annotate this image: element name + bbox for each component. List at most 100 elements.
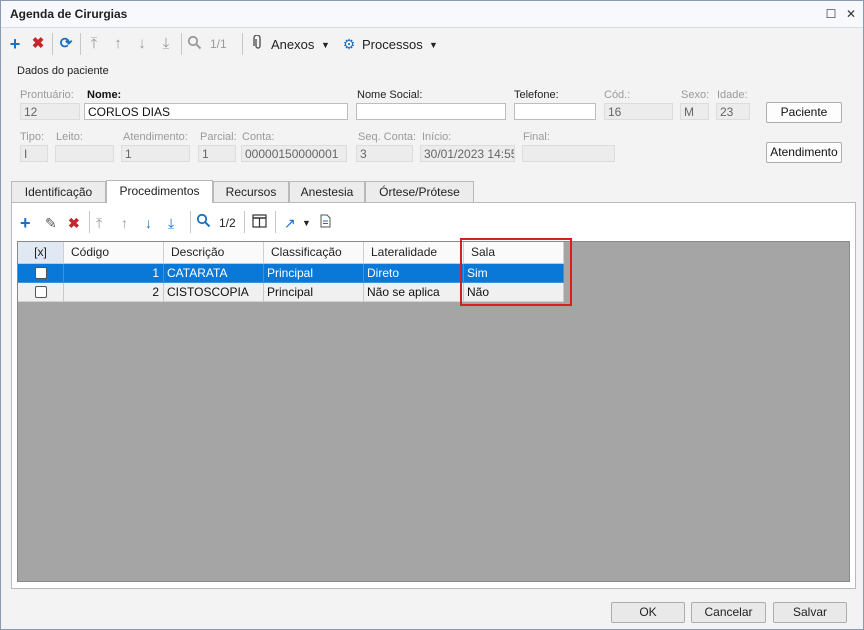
toolbar-separator <box>275 211 276 233</box>
toolbar-separator <box>242 33 243 55</box>
idade-field[interactable]: 23 <box>716 103 750 120</box>
conta-label: Conta: <box>242 131 275 143</box>
cell-lateralidade[interactable]: Não se aplica <box>364 283 464 302</box>
sexo-label: Sexo: <box>681 89 710 101</box>
inicio-field[interactable]: 30/01/2023 14:55 <box>420 145 515 162</box>
patient-section-title: Dados do paciente <box>17 65 109 77</box>
nome-social-field[interactable] <box>356 103 506 120</box>
ok-button[interactable]: OK <box>611 602 685 623</box>
sexo-field[interactable]: M <box>680 103 709 120</box>
cod-field[interactable]: 16 <box>604 103 673 120</box>
atendimento-button[interactable]: Atendimento <box>766 142 842 163</box>
next-icon[interactable]: ↓ <box>145 213 152 233</box>
edit-icon[interactable]: ✎ <box>45 213 57 233</box>
first-icon[interactable]: ⤒ <box>87 35 101 53</box>
row-checkbox[interactable] <box>18 283 64 302</box>
chevron-down-icon[interactable]: ▼ <box>302 213 311 233</box>
highlight-box <box>460 238 572 306</box>
cell-descricao[interactable]: CISTOSCOPIA <box>164 283 264 302</box>
toolbar-separator <box>80 33 81 55</box>
export-icon[interactable]: ↗ <box>284 213 296 233</box>
restore-button[interactable]: ☐ <box>823 6 839 22</box>
prontuario-label: Prontuário: <box>20 89 74 101</box>
processes-menu[interactable]: Processos <box>362 37 423 52</box>
tipo-field[interactable]: I <box>20 145 48 162</box>
nome-field[interactable]: CORLOS DIAS <box>84 103 348 120</box>
cell-lateralidade[interactable]: Direto <box>364 264 464 283</box>
search-icon[interactable] <box>186 35 202 53</box>
idade-label: Idade: <box>717 89 748 101</box>
toolbar-separator <box>52 33 53 55</box>
title-bar: Agenda de Cirurgias ☐ ✕ <box>1 1 863 28</box>
conta-field[interactable]: 00000150000001 <box>241 145 347 162</box>
parcial-field[interactable]: 1 <box>198 145 236 162</box>
column-header-descricao[interactable]: Descrição <box>164 242 264 264</box>
telefone-label: Telefone: <box>514 89 559 101</box>
column-header-codigo[interactable]: Código <box>64 242 164 264</box>
tab-procedimentos[interactable]: Procedimentos <box>106 180 213 203</box>
gear-icon[interactable]: ⚙ <box>342 35 356 53</box>
seq-conta-label: Seq. Conta: <box>358 131 417 143</box>
main-toolbar: + ✖ ⟳ ⤒ ↑ ↓ ⤓ 1/1 Anexos ▼ ⚙ Processos ▼ <box>1 29 863 59</box>
cod-label: Cód.: <box>604 89 631 101</box>
refresh-icon[interactable]: ⟳ <box>57 35 75 53</box>
add-icon[interactable]: + <box>7 35 23 53</box>
final-label: Final: <box>523 131 550 143</box>
add-procedure-icon[interactable]: + <box>20 213 31 233</box>
search-icon[interactable] <box>196 213 211 233</box>
column-header-classificacao[interactable]: Classificação <box>264 242 364 264</box>
prev-icon[interactable]: ↑ <box>111 35 125 53</box>
tab-identificacao[interactable]: Identificação <box>11 181 106 203</box>
atendimento-label: Atendimento: <box>123 131 188 143</box>
record-counter: 1/1 <box>210 37 227 51</box>
last-icon[interactable]: ⤓ <box>168 213 174 233</box>
cell-classificacao[interactable]: Principal <box>264 283 364 302</box>
document-icon[interactable] <box>320 213 331 233</box>
nome-label: Nome: <box>87 89 122 101</box>
row-checkbox[interactable] <box>18 264 64 283</box>
cell-codigo[interactable]: 2 <box>64 283 164 302</box>
parcial-label: Parcial: <box>200 131 237 143</box>
cell-descricao[interactable]: CATARATA <box>164 264 264 283</box>
columns-icon[interactable] <box>252 213 267 233</box>
save-button[interactable]: Salvar <box>773 602 847 623</box>
delete-procedure-icon[interactable]: ✖ <box>68 213 80 233</box>
seq-conta-field[interactable]: 3 <box>356 145 413 162</box>
tab-anestesia[interactable]: Anestesia <box>289 181 365 203</box>
toolbar-separator <box>89 211 90 233</box>
window-title: Agenda de Cirurgias <box>10 7 128 21</box>
toolbar-separator <box>190 211 191 233</box>
leito-field[interactable] <box>55 145 114 162</box>
nome-social-label: Nome Social: <box>357 89 423 101</box>
telefone-field[interactable] <box>514 103 596 120</box>
close-button[interactable]: ✕ <box>843 6 859 22</box>
toolbar-separator <box>244 211 245 233</box>
tab-recursos[interactable]: Recursos <box>213 181 289 203</box>
chevron-down-icon[interactable]: ▼ <box>429 40 438 50</box>
procedures-grid: [x] Código Descrição Classificação Later… <box>17 241 850 582</box>
last-icon[interactable]: ⤓ <box>159 35 173 53</box>
prev-icon[interactable]: ↑ <box>121 213 128 233</box>
procedure-record-counter: 1/2 <box>219 216 236 230</box>
prontuario-field[interactable]: 12 <box>20 103 80 120</box>
cell-codigo[interactable]: 1 <box>64 264 164 283</box>
attachments-menu[interactable]: Anexos <box>271 37 314 52</box>
toolbar-separator <box>181 33 182 55</box>
column-header-check[interactable]: [x] <box>18 242 64 264</box>
first-icon[interactable]: ⤒ <box>96 213 102 233</box>
cancel-button[interactable]: Cancelar <box>691 602 766 623</box>
tipo-label: Tipo: <box>20 131 45 143</box>
tab-ortese-protese[interactable]: Órtese/Prótese <box>365 181 474 203</box>
atendimento-field[interactable]: 1 <box>121 145 190 162</box>
cell-classificacao[interactable]: Principal <box>264 264 364 283</box>
delete-icon[interactable]: ✖ <box>30 35 46 53</box>
next-icon[interactable]: ↓ <box>135 35 149 53</box>
chevron-down-icon[interactable]: ▼ <box>321 40 330 50</box>
final-field[interactable] <box>522 145 615 162</box>
paciente-button[interactable]: Paciente <box>766 102 842 123</box>
leito-label: Leito: <box>56 131 83 143</box>
inicio-label: Início: <box>422 131 452 143</box>
paperclip-icon[interactable] <box>252 34 264 53</box>
column-header-lateralidade[interactable]: Lateralidade <box>364 242 464 264</box>
agenda-window: Agenda de Cirurgias ☐ ✕ + ✖ ⟳ ⤒ ↑ ↓ ⤓ 1/… <box>0 0 864 630</box>
